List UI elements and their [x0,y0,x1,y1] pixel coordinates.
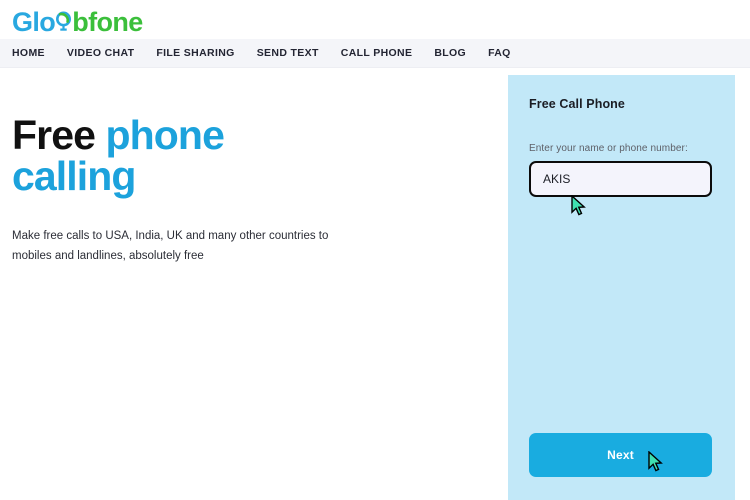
panel-title: Free Call Phone [529,97,625,111]
logo-text-fone: fone [88,6,143,37]
globfone-logo[interactable]: Glo b fone [12,4,143,36]
next-button[interactable]: Next [529,433,712,477]
nav-item-faq[interactable]: FAQ [488,47,511,59]
hero-title-plain: Free [12,112,106,158]
name-input-label: Enter your name or phone number: [529,143,688,154]
logo-text-glo: Glo [12,6,56,37]
logo-text-b: b [72,6,89,37]
name-or-phone-input[interactable] [529,161,712,197]
nav-item-home[interactable]: HOME [12,47,45,59]
nav-item-call-phone[interactable]: CALL PHONE [341,47,413,59]
hero-subtitle: Make free calls to USA, India, UK and ma… [12,230,329,263]
hero-section: Free phone calling Make free calls to USA… [12,115,442,266]
hero-title-accent-line1: phone [105,112,225,158]
nav-item-file-sharing[interactable]: FILE SHARING [156,47,234,59]
site-header: Glo b fone [0,0,750,39]
page-title: Free phone calling [12,115,442,197]
main-navigation: HOME VIDEO CHAT FILE SHARING SEND TEXT C… [0,39,750,68]
nav-item-blog[interactable]: BLOG [434,47,466,59]
free-call-phone-panel: Free Call Phone Enter your name or phone… [508,75,735,500]
nav-item-video-chat[interactable]: VIDEO CHAT [67,47,134,59]
nav-item-send-text[interactable]: SEND TEXT [257,47,319,59]
page-content: Free phone calling Make free calls to USA… [0,69,750,500]
globe-icon [55,4,72,31]
hero-title-accent-line2: calling [12,153,136,199]
